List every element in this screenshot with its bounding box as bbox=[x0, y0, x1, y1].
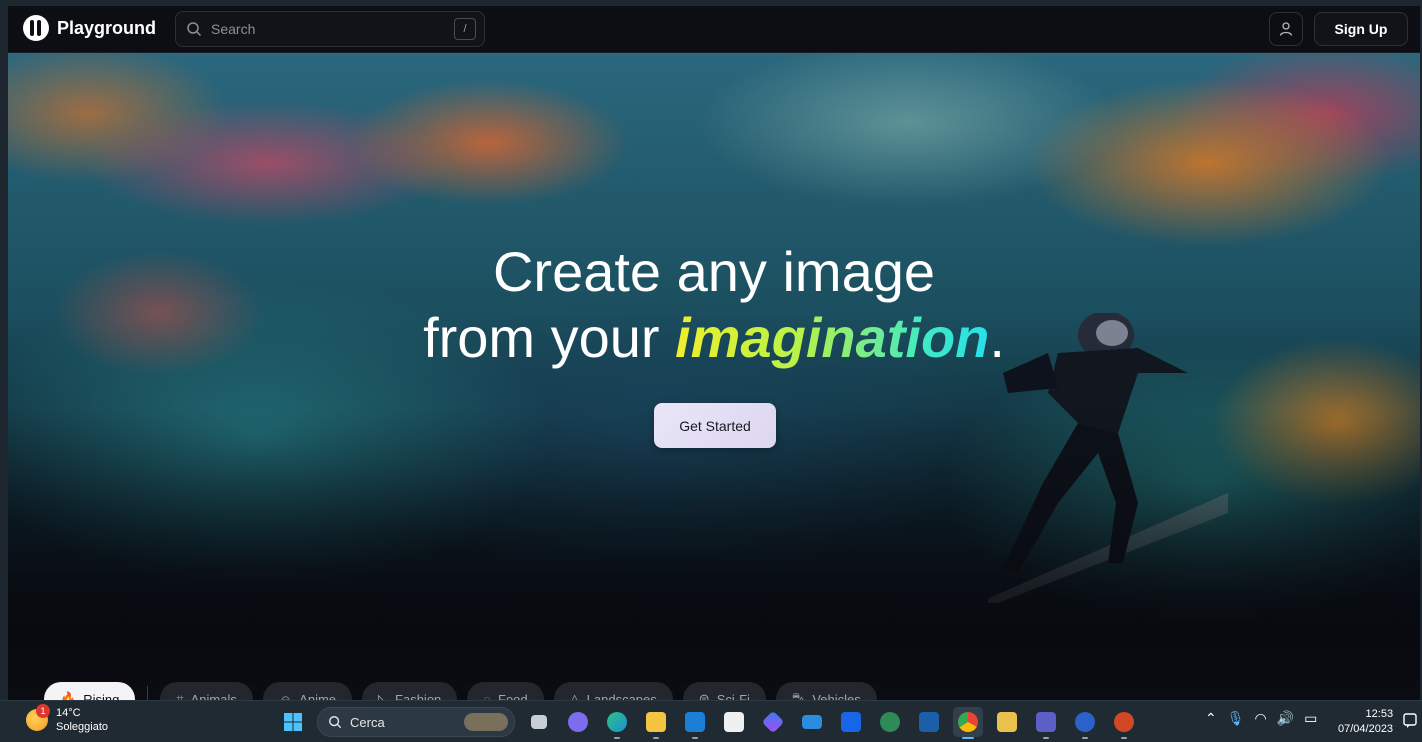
chevron-up-icon[interactable]: ⌃ bbox=[1205, 710, 1217, 727]
chip-label: Food bbox=[498, 691, 528, 701]
outlook-icon[interactable] bbox=[680, 707, 710, 739]
chrome-icon[interactable] bbox=[953, 707, 983, 739]
taskbar-search[interactable]: Cerca bbox=[317, 707, 515, 737]
headline-line-1: Create any image bbox=[492, 240, 935, 303]
hero-section: Create any image from your imagination. … bbox=[8, 53, 1420, 700]
chip-divider bbox=[147, 686, 149, 700]
chip-label: Rising bbox=[83, 691, 120, 701]
chip-label: Anime bbox=[299, 691, 337, 701]
webex-icon[interactable] bbox=[1070, 707, 1100, 739]
top-navbar: Playground Search / Sign Up bbox=[8, 6, 1420, 53]
task-view-icon[interactable] bbox=[524, 707, 554, 737]
hanger-icon: ◺ bbox=[378, 691, 389, 700]
mail-icon[interactable] bbox=[797, 707, 827, 737]
category-chip-anime[interactable]: ☺ Anime bbox=[262, 682, 353, 701]
brand-logo[interactable]: Playground bbox=[23, 15, 156, 41]
folder-app-icon[interactable] bbox=[992, 707, 1022, 737]
notification-badge: 1 bbox=[36, 704, 50, 718]
search-input[interactable]: Search bbox=[211, 21, 454, 37]
clock-date: 07/04/2023 bbox=[1338, 723, 1394, 735]
chip-label: Animals bbox=[190, 691, 237, 701]
powerpoint-icon[interactable] bbox=[1109, 707, 1139, 739]
search-icon bbox=[187, 22, 202, 37]
weather-text: 14°C Soleggiato bbox=[56, 706, 108, 734]
volume-icon[interactable]: 🔊 bbox=[1277, 710, 1294, 727]
system-tray: ⌃ 🎙 ◠ 🔊 ▭ bbox=[1205, 710, 1317, 727]
weather-description: Soleggiato bbox=[56, 721, 108, 733]
get-started-button[interactable]: Get Started bbox=[654, 403, 776, 448]
microphone-icon[interactable]: 🎙 bbox=[1227, 710, 1245, 727]
account-button[interactable] bbox=[1269, 12, 1303, 46]
sign-up-button[interactable]: Sign Up bbox=[1314, 12, 1408, 46]
user-icon bbox=[1279, 22, 1293, 36]
taskbar-search-label: Cerca bbox=[350, 714, 385, 730]
car-icon: ⛍ bbox=[791, 690, 806, 700]
headline-highlight: imagination bbox=[675, 306, 990, 369]
search-highlight-image bbox=[464, 713, 508, 731]
chip-label: Vehicles bbox=[812, 691, 861, 701]
weather-temperature: 14°C bbox=[56, 707, 81, 719]
globe-app-icon[interactable] bbox=[875, 707, 905, 737]
window-left-edge bbox=[0, 0, 8, 700]
file-explorer-icon[interactable] bbox=[641, 707, 671, 739]
hero-headline: Create any image from your imagination. bbox=[8, 239, 1420, 371]
playground-logo-icon bbox=[23, 15, 49, 41]
mountain-icon: △ bbox=[569, 691, 580, 700]
category-chip-scifi[interactable]: ⊜ Sci-Fi bbox=[682, 682, 766, 701]
category-chip-food[interactable]: ◌ Food bbox=[467, 682, 544, 701]
search-shortcut-key: / bbox=[454, 18, 476, 40]
search-icon bbox=[329, 716, 342, 729]
category-chip-fashion[interactable]: ◺ Fashion bbox=[362, 682, 458, 701]
system-clock[interactable]: 12:53 07/04/2023 bbox=[1338, 707, 1393, 737]
clock-time: 12:53 bbox=[1365, 708, 1394, 720]
weather-widget[interactable]: 1 14°C Soleggiato bbox=[26, 704, 108, 734]
brand-name: Playground bbox=[57, 17, 157, 38]
smile-icon: ☺ bbox=[278, 691, 293, 701]
windows-start-icon[interactable] bbox=[278, 707, 308, 737]
cat-icon: ⌗ bbox=[176, 691, 184, 700]
category-chip-vehicles[interactable]: ⛍ Vehicles bbox=[775, 682, 877, 701]
food-icon: ◌ bbox=[483, 691, 492, 701]
headline-suffix: . bbox=[989, 306, 1005, 369]
sunny-weather-icon: 1 bbox=[26, 704, 50, 731]
category-chip-landscapes[interactable]: △ Landscapes bbox=[553, 682, 673, 701]
teams-chat-icon[interactable] bbox=[563, 707, 593, 737]
dropbox-icon[interactable] bbox=[836, 707, 866, 737]
headline-prefix: from your bbox=[423, 306, 676, 369]
battery-icon[interactable]: ▭ bbox=[1304, 710, 1317, 727]
chip-label: Sci-Fi bbox=[716, 691, 750, 701]
taskbar-apps: Cerca bbox=[278, 707, 1139, 739]
copilot-icon[interactable] bbox=[758, 707, 788, 737]
search-bar[interactable]: Search / bbox=[175, 11, 485, 47]
wifi-icon[interactable]: ◠ bbox=[1255, 710, 1267, 727]
category-chip-rising[interactable]: 🔥 Rising bbox=[44, 682, 136, 701]
hero-gradient-overlay bbox=[8, 53, 1420, 700]
windows-taskbar: 1 14°C Soleggiato Cerca ⌃ 🎙 ◠ 🔊 ▭ 12:53 … bbox=[0, 700, 1422, 742]
chip-label: Landscapes bbox=[586, 691, 657, 701]
headline-line-2: from your imagination. bbox=[8, 305, 1420, 371]
store-icon[interactable] bbox=[719, 707, 749, 737]
category-filter-bar: 🔥 Rising ⌗ Animals ☺ Anime ◺ Fashion ◌ F… bbox=[44, 679, 877, 700]
flame-icon: 🔥 bbox=[60, 691, 77, 700]
teams-icon[interactable] bbox=[1031, 707, 1061, 739]
w-app-icon[interactable] bbox=[914, 707, 944, 737]
browser-viewport: Playground Search / Sign Up Create any i… bbox=[0, 0, 1422, 700]
chip-label: Fashion bbox=[395, 691, 442, 701]
edge-icon[interactable] bbox=[602, 707, 632, 739]
ufo-icon: ⊜ bbox=[698, 691, 710, 700]
notification-center-icon[interactable] bbox=[1403, 713, 1417, 734]
category-chip-animals[interactable]: ⌗ Animals bbox=[160, 682, 253, 700]
